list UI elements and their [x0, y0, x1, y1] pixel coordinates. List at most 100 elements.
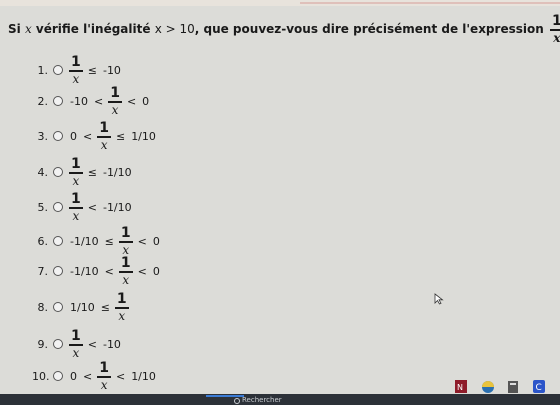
option-right-operator: <: [137, 264, 147, 278]
option-right-operator: ≤: [87, 63, 97, 77]
option-1[interactable]: 1. 1 x ≤ -10: [32, 55, 124, 85]
fraction-denominator: x: [122, 272, 130, 287]
option-fraction: 1x: [69, 329, 83, 359]
question-text: Si x vérifie l'inégalité x > 10, que pou…: [8, 14, 560, 44]
option-number: 3.: [37, 129, 49, 143]
option-fraction: 1x: [118, 255, 133, 287]
fraction-denominator: x: [553, 30, 560, 45]
fraction-numerator: 1: [71, 328, 81, 345]
option-right-operator: ≤: [87, 165, 97, 179]
option-right-operator: ≤: [115, 129, 126, 143]
fraction-numerator: 1: [116, 291, 127, 308]
question-var: x: [24, 21, 32, 36]
option-fraction: 1x: [69, 157, 83, 187]
fraction-numerator: 1: [120, 255, 131, 272]
option-right-operator: <: [137, 234, 147, 248]
option-left-operator: ≤: [104, 234, 114, 248]
fraction-denominator: x: [72, 208, 80, 223]
option-2[interactable]: 2. -10 <1 x <0: [32, 86, 152, 116]
fraction-denominator: x: [122, 242, 130, 257]
question-middle-a: vérifie l'inégalité: [35, 21, 151, 36]
option-right-bound: -1/10: [102, 165, 132, 179]
option-6[interactable]: 6. -1/10 ≤1 x <0: [32, 226, 163, 256]
option-right-bound: -10: [102, 63, 121, 77]
option-right-bound: -1/10: [102, 200, 132, 214]
option-right-operator: <: [87, 337, 97, 351]
option-radio[interactable]: [53, 65, 63, 75]
option-number: 7.: [37, 264, 49, 278]
option-radio[interactable]: [53, 266, 63, 276]
fraction-denominator: x: [72, 173, 80, 188]
option-left-operator: <: [93, 94, 104, 108]
question-inequality: x > 10: [154, 21, 195, 36]
option-radio[interactable]: [53, 339, 63, 349]
option-radio[interactable]: [53, 302, 63, 312]
fraction-numerator: 1: [71, 191, 81, 208]
option-5[interactable]: 5. 1 x < -1/10: [32, 192, 135, 222]
option-radio[interactable]: [53, 96, 63, 106]
option-9[interactable]: 9. 1 x < -10: [32, 329, 124, 359]
option-left-bound: 1/10: [70, 300, 95, 314]
option-right-operator: <: [87, 200, 97, 214]
option-fraction: 1x: [69, 55, 83, 85]
fraction-denominator: x: [111, 102, 119, 117]
top-band: [0, 0, 560, 6]
option-fraction: 1x: [97, 121, 111, 151]
option-fraction: 1x: [97, 361, 111, 391]
option-fraction: 1x: [118, 226, 133, 257]
taskbar-search[interactable]: Rechercher: [232, 396, 322, 405]
fraction-numerator: 1: [99, 120, 109, 137]
option-radio[interactable]: [53, 131, 63, 141]
option-number: 5.: [37, 200, 49, 214]
option-7[interactable]: 7. -1/10 <1 x <0: [32, 256, 163, 286]
fraction-denominator: x: [72, 71, 80, 86]
browser-icon[interactable]: [480, 377, 496, 394]
question-prefix: Si: [8, 21, 21, 36]
option-right-bound: -10: [102, 337, 121, 351]
option-left-bound: -1/10: [70, 234, 99, 248]
taskbar-search-label: Rechercher: [242, 396, 282, 404]
option-number: 1.: [37, 63, 49, 77]
fraction-denominator: x: [100, 137, 108, 152]
option-number: 2.: [37, 94, 49, 108]
option-radio[interactable]: [53, 371, 63, 381]
option-fraction: 1x: [108, 86, 122, 116]
option-8[interactable]: 8. 1/10 ≤1 x: [32, 292, 131, 322]
fraction-numerator: 1: [110, 85, 120, 102]
option-right-bound: 1/10: [131, 369, 156, 383]
option-right-operator: <: [126, 94, 137, 108]
option-number: 8.: [37, 300, 49, 314]
option-fraction: 1x: [69, 192, 83, 222]
taskbar: Rechercher: [0, 394, 560, 405]
option-right-bound: 0: [152, 234, 160, 248]
option-right-bound: 1/10: [131, 129, 156, 143]
option-right-operator: <: [115, 369, 126, 383]
option-radio[interactable]: [53, 167, 63, 177]
option-radio[interactable]: [53, 202, 63, 212]
option-number: 9.: [37, 337, 49, 351]
option-number: 6.: [37, 234, 49, 248]
option-fraction: 1x: [114, 291, 129, 323]
app-c-icon[interactable]: C: [531, 377, 547, 394]
option-10[interactable]: 10. 0 <1 x <1/10: [32, 361, 159, 391]
app-red-icon[interactable]: N: [454, 377, 468, 394]
fraction-denominator: x: [118, 308, 126, 323]
fraction-numerator: 1: [551, 13, 560, 29]
option-left-bound: 0: [70, 369, 77, 383]
fraction-numerator: 1: [99, 360, 109, 377]
fraction-denominator: x: [100, 377, 108, 392]
option-radio[interactable]: [53, 236, 63, 246]
calculator-icon[interactable]: [506, 377, 520, 394]
option-number: 4.: [37, 165, 49, 179]
question-middle-b: , que pouvez-vous dire précisément de l'…: [194, 21, 544, 36]
svg-text:N: N: [457, 383, 463, 392]
option-left-bound: -1/10: [70, 264, 99, 278]
option-3[interactable]: 3. 0 <1 x ≤1/10: [32, 121, 159, 151]
option-number: 10.: [32, 369, 50, 383]
option-left-operator: ≤: [100, 300, 110, 314]
mouse-cursor-icon: [434, 293, 444, 305]
fraction-denominator: x: [72, 345, 80, 360]
fraction-numerator: 1: [71, 156, 81, 173]
svg-text:C: C: [536, 383, 542, 393]
option-4[interactable]: 4. 1 x ≤ -1/10: [32, 157, 135, 187]
